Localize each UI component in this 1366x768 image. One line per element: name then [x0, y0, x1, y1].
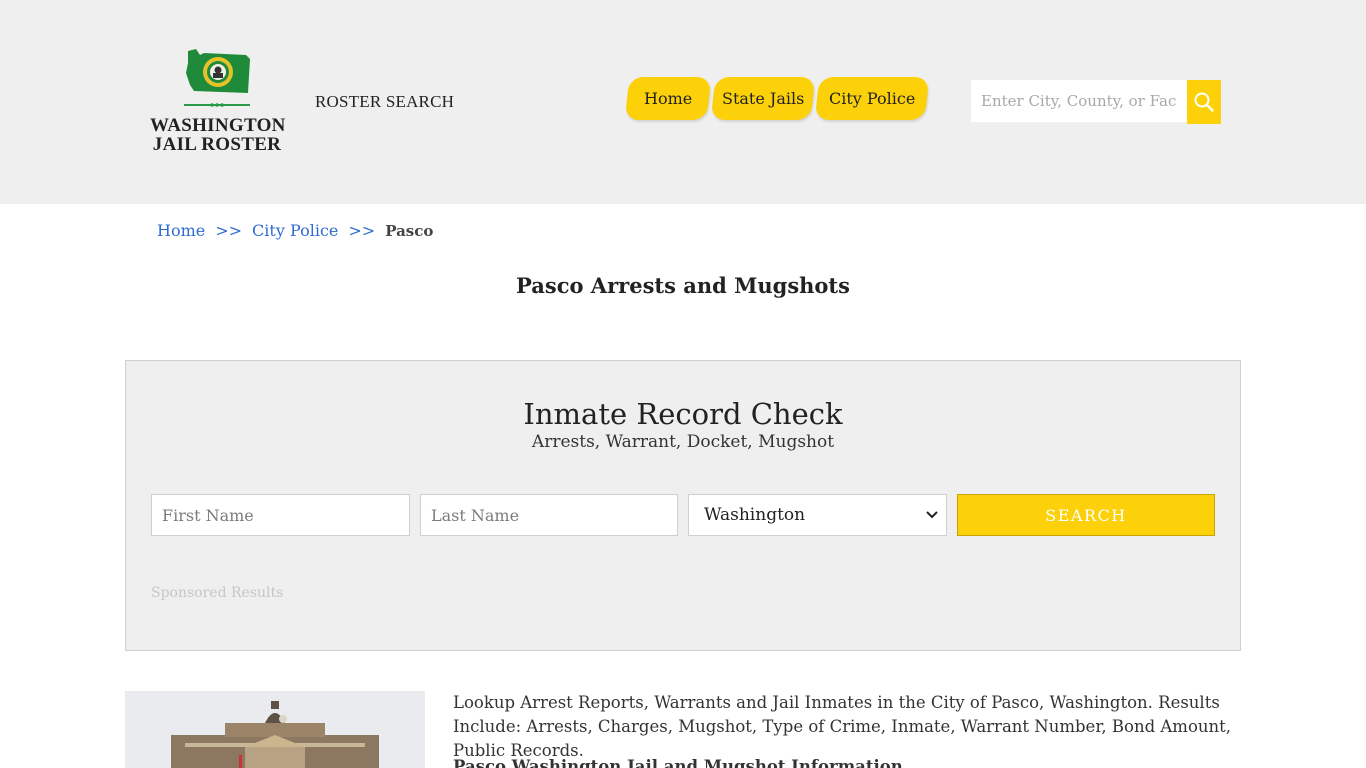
nav-home-label: Home	[643, 89, 693, 108]
main-nav: Home State Jails City Police	[624, 77, 931, 120]
site-search-button[interactable]	[1187, 80, 1221, 124]
site-header: WASHINGTON JAIL ROSTER ROSTER SEARCH Hom…	[0, 0, 1366, 204]
first-name-input[interactable]	[151, 494, 410, 536]
site-search-input[interactable]	[971, 80, 1187, 122]
search-icon	[1194, 92, 1214, 112]
breadcrumb-city-police[interactable]: City Police	[252, 221, 338, 240]
logo-title-line2: JAIL ROSTER	[152, 134, 282, 155]
state-select-value: Washington	[704, 505, 806, 525]
breadcrumb-home[interactable]: Home	[157, 221, 205, 240]
roster-search-link[interactable]: ROSTER SEARCH	[315, 92, 454, 112]
courthouse-image	[125, 691, 425, 768]
washington-flag-icon	[184, 49, 250, 107]
nav-home[interactable]: Home	[624, 77, 712, 120]
inmate-record-check-panel: Inmate Record Check Arrests, Warrant, Do…	[125, 360, 1241, 651]
breadcrumb-separator: >>	[215, 221, 243, 240]
last-name-input[interactable]	[420, 494, 678, 536]
panel-title: Inmate Record Check	[523, 397, 843, 431]
nav-state-jails[interactable]: State Jails	[710, 77, 816, 120]
chevron-down-icon	[926, 511, 938, 519]
breadcrumb-current: Pasco	[385, 222, 434, 240]
page-title: Pasco Arrests and Mugshots	[516, 273, 850, 298]
panel-subtitle: Arrests, Warrant, Docket, Mugshot	[531, 432, 835, 452]
nav-city-police[interactable]: City Police	[814, 77, 930, 120]
nav-state-jails-label: State Jails	[721, 89, 805, 108]
sponsored-label: Sponsored Results	[151, 585, 284, 601]
nav-city-police-label: City Police	[828, 89, 916, 108]
site-logo[interactable]: WASHINGTON JAIL ROSTER	[150, 45, 285, 157]
breadcrumb: Home >> City Police >> Pasco	[157, 221, 433, 240]
search-button[interactable]: SEARCH	[957, 494, 1215, 536]
breadcrumb-separator: >>	[348, 221, 376, 240]
intro-paragraph: Lookup Arrest Reports, Warrants and Jail…	[453, 693, 1232, 760]
section-heading: Pasco Washington Jail and Mugshot Inform…	[453, 757, 903, 768]
state-select[interactable]: Washington	[688, 494, 947, 536]
